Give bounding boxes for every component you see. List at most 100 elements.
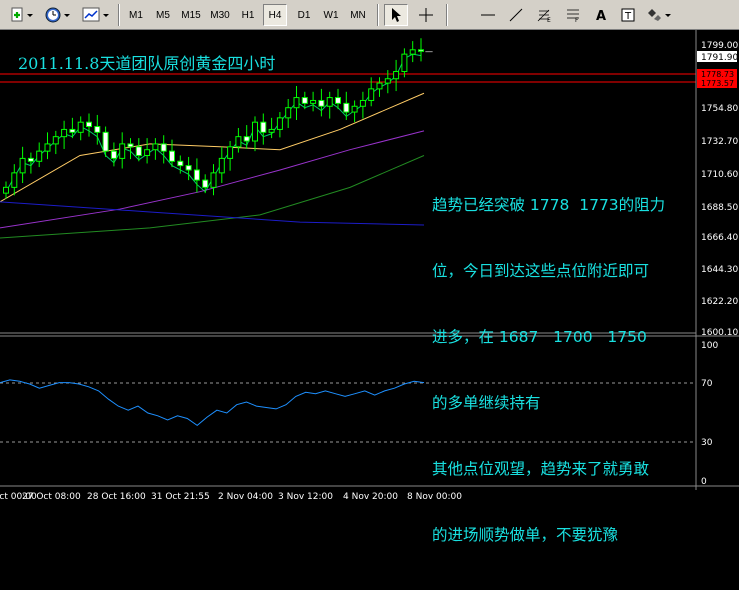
candle-body <box>260 121 267 133</box>
tf-w1[interactable]: W1 <box>319 4 343 26</box>
candle-body <box>276 117 283 130</box>
tf-m5[interactable]: M5 <box>151 4 175 26</box>
candle-body <box>102 131 109 152</box>
text-icon[interactable]: A <box>590 4 612 26</box>
candle-body <box>252 121 258 142</box>
tf-m15-label: M15 <box>181 9 201 21</box>
candle-body <box>52 136 59 145</box>
ma-slow-line-2 <box>0 155 425 239</box>
resistance-price-label-1: 1778.73 <box>701 70 734 79</box>
candle-body <box>243 136 250 142</box>
tf-d1-label: D1 <box>297 9 311 21</box>
label-icon[interactable]: T <box>617 4 639 26</box>
candle-body <box>384 78 391 84</box>
tf-mn[interactable]: MN <box>346 4 370 26</box>
cursor-icon[interactable] <box>384 4 408 26</box>
candle-body <box>401 53 408 73</box>
new-chart-icon[interactable] <box>8 4 36 26</box>
toolbar-separator <box>118 4 120 26</box>
candle-body <box>293 97 300 109</box>
tf-m1-label: M1 <box>129 9 143 21</box>
fibonacci-icon[interactable]: E <box>532 4 556 26</box>
toolbar-separator <box>446 4 448 26</box>
candle-body <box>44 143 51 152</box>
time-label: 27 Oct 08:00 <box>22 492 81 502</box>
candle-body <box>61 128 68 138</box>
candle-body <box>110 150 117 159</box>
tf-h1[interactable]: H1 <box>236 4 260 26</box>
price-label: 1754.80 <box>701 104 738 114</box>
annotation-line: 的进场顺势做单，不要犹豫 <box>432 526 619 544</box>
candle-body <box>144 149 151 156</box>
annotation-line: 其他点位观望，趋势来了就勇敢 <box>432 460 650 478</box>
candle-body <box>409 49 416 55</box>
clock-icon[interactable] <box>42 4 74 26</box>
crosshair-icon[interactable] <box>414 4 438 26</box>
candle-body <box>218 157 225 174</box>
candle-body <box>127 143 134 148</box>
candle-body <box>210 172 217 188</box>
tf-m5-label: M5 <box>156 9 170 21</box>
svg-text:F: F <box>575 17 579 23</box>
chart-type-icon[interactable] <box>80 4 112 26</box>
tf-m1[interactable]: M1 <box>124 4 148 26</box>
candle-body <box>227 146 234 159</box>
annotation-line: 趋势已经突破 1778 1773的阻力 <box>432 196 666 214</box>
candle-body <box>27 157 34 162</box>
candle-body <box>185 165 192 171</box>
tf-m30[interactable]: M30 <box>207 4 233 26</box>
tf-h1-label: H1 <box>241 9 255 21</box>
price-label: 1799.00 <box>701 41 738 51</box>
annotation-line: 的多单继续持有 <box>432 394 541 412</box>
candle-body <box>152 143 159 151</box>
candle-body <box>326 97 333 107</box>
candle-body <box>268 128 275 133</box>
svg-text:A: A <box>596 9 606 23</box>
toolbar-separator <box>377 4 379 26</box>
candle-body <box>77 121 84 133</box>
candle-body <box>3 186 9 194</box>
candle-body <box>19 157 26 174</box>
horizontal-line-icon[interactable] <box>476 4 500 26</box>
svg-text:T: T <box>624 11 632 22</box>
tf-d1[interactable]: D1 <box>292 4 316 26</box>
candle-body <box>376 82 383 90</box>
time-label: 28 Oct 16:00 <box>87 492 146 502</box>
tf-mn-label: MN <box>350 9 366 21</box>
tf-h4[interactable]: H4 <box>263 4 287 26</box>
candle-body <box>418 49 424 52</box>
time-label: 3 Nov 12:00 <box>278 492 333 502</box>
current-price-label: 1791.90 <box>701 53 738 63</box>
candle-body <box>119 143 126 159</box>
resistance-price-label-2: 1773.57 <box>701 79 734 88</box>
tf-h4-label: H4 <box>268 9 282 21</box>
price-label: 1732.70 <box>701 137 738 147</box>
time-label: 4 Nov 20:00 <box>343 492 398 502</box>
shapes-icon[interactable] <box>644 4 674 26</box>
candle-body <box>11 172 18 188</box>
candle-body <box>285 107 292 119</box>
candle-body <box>69 128 76 133</box>
time-label: 2 Nov 04:00 <box>218 492 273 502</box>
channel-icon[interactable]: F <box>561 4 585 26</box>
candle-body <box>335 97 341 104</box>
current-price-marker: — <box>425 47 433 56</box>
candle-body <box>393 71 400 80</box>
chart-window[interactable]: — 1799.00 1791.90 1778.73 1773.57 1754.8… <box>0 30 739 544</box>
tf-m30-label: M30 <box>210 9 230 21</box>
candle-body <box>318 99 325 107</box>
candle-body <box>169 150 175 162</box>
candle-body <box>193 169 200 181</box>
trendline-icon[interactable] <box>504 4 528 26</box>
candle-body <box>368 88 375 101</box>
candle-body <box>86 121 92 128</box>
toolbar: M1 M5 M15 M30 H1 H4 D1 W1 MN E F A T <box>0 0 739 30</box>
candle-body <box>135 146 142 156</box>
candle-body <box>36 150 43 162</box>
tf-m15[interactable]: M15 <box>178 4 204 26</box>
candle-body <box>235 136 242 148</box>
ma-slow-line-3 <box>0 201 425 226</box>
rsi-line <box>0 379 425 427</box>
candle-body <box>160 143 167 152</box>
chart-title: 2011.11.8天道团队原创黄金四小时 <box>18 54 276 73</box>
